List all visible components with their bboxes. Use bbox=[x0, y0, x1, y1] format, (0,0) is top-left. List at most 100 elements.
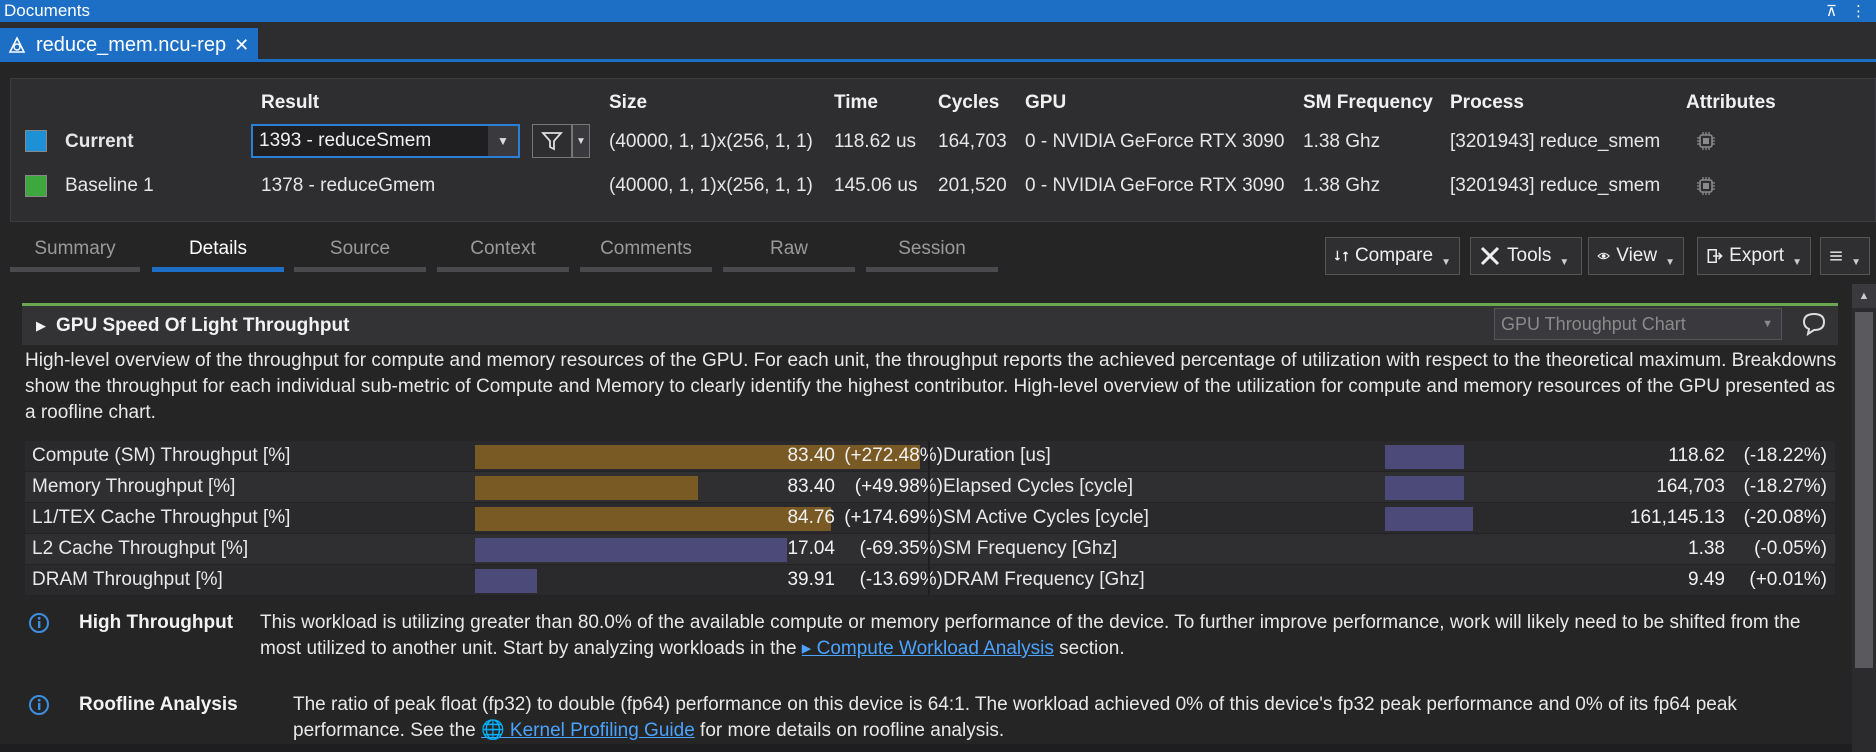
baseline-time: 145.06 us bbox=[834, 175, 918, 196]
documents-titlebar: Documents ⊼ ⋮ bbox=[0, 0, 1876, 22]
current-time: 118.62 us bbox=[834, 131, 917, 152]
more-icon[interactable]: ⋮ bbox=[1851, 2, 1866, 20]
current-process: [3201943] reduce_smem bbox=[1450, 131, 1661, 152]
pin-icon[interactable]: ⊼ bbox=[1826, 2, 1837, 20]
metric-delta: (+174.69%) bbox=[844, 507, 943, 528]
metric-bar bbox=[1385, 507, 1473, 531]
current-color-swatch[interactable] bbox=[25, 130, 47, 152]
vertical-scrollbar[interactable]: ▲ bbox=[1852, 284, 1876, 752]
scroll-up-icon[interactable]: ▲ bbox=[1852, 284, 1876, 308]
metric-delta: (+0.01%) bbox=[1749, 569, 1827, 590]
tab-comments[interactable]: Comments bbox=[580, 238, 712, 272]
metric-bar bbox=[1385, 476, 1464, 500]
baseline-process: [3201943] reduce_smem bbox=[1450, 175, 1661, 196]
compare-button[interactable]: Compare ▼ bbox=[1325, 237, 1460, 275]
tab-raw[interactable]: Raw bbox=[723, 238, 855, 272]
chip-icon[interactable] bbox=[1695, 175, 1717, 197]
tab-context[interactable]: Context bbox=[437, 238, 569, 272]
tab-source[interactable]: Source bbox=[294, 238, 426, 272]
rule-high-throughput: High Throughput This workload is utilizi… bbox=[28, 610, 1838, 666]
metric-value: 9.49 bbox=[1688, 569, 1725, 590]
metric-row: Compute (SM) Throughput [%] 83.40 (+272.48… bbox=[25, 441, 1835, 472]
chip-icon[interactable] bbox=[1695, 130, 1717, 152]
view-button[interactable]: View ▼ bbox=[1588, 237, 1684, 275]
header-time: Time bbox=[834, 92, 879, 113]
tab-label: Source bbox=[329, 238, 391, 259]
metric-row: L1/TEX Cache Throughput [%] 84.76 (+174.69… bbox=[25, 503, 1835, 534]
expand-triangle-icon[interactable]: ▶ bbox=[36, 318, 46, 334]
metric-row: L2 Cache Throughput [%] 17.04 (-69.35%) SM … bbox=[25, 534, 1835, 565]
metric-label: Compute (SM) Throughput [%] bbox=[32, 445, 291, 466]
result-select[interactable]: 1393 - reduceSmem ▼ bbox=[251, 124, 520, 158]
metric-delta: (-13.69%) bbox=[859, 569, 943, 590]
chart-type-value: GPU Throughput Chart bbox=[1501, 313, 1686, 334]
info-icon bbox=[29, 695, 49, 715]
header-sm-frequency: SM Frequency bbox=[1303, 92, 1433, 113]
baseline-sm-frequency: 1.38 Ghz bbox=[1303, 175, 1381, 196]
tab-label: Session bbox=[898, 238, 966, 259]
metric-label: SM Frequency [Ghz] bbox=[943, 538, 1118, 559]
tab-label: Summary bbox=[34, 238, 116, 259]
section-title: GPU Speed Of Light Throughput bbox=[56, 314, 350, 336]
info-icon bbox=[29, 613, 49, 633]
current-label: Current bbox=[65, 131, 134, 152]
metric-label: Elapsed Cycles [cycle] bbox=[943, 476, 1134, 497]
baseline-color-swatch[interactable] bbox=[25, 175, 47, 197]
tab-session[interactable]: Session bbox=[866, 238, 998, 272]
metric-row: Memory Throughput [%] 83.40 (+49.98%) Elaps… bbox=[25, 472, 1835, 503]
document-tab-label: reduce_mem.ncu-rep bbox=[36, 33, 227, 56]
metric-label: SM Active Cycles [cycle] bbox=[943, 507, 1149, 528]
metrics-divider bbox=[928, 441, 930, 596]
filter-button[interactable] bbox=[532, 124, 572, 158]
metric-delta: (-18.27%) bbox=[1743, 476, 1827, 497]
chart-type-select[interactable]: GPU Throughput Chart ▼ bbox=[1494, 308, 1782, 340]
document-tab[interactable]: reduce_mem.ncu-rep ✕ bbox=[0, 28, 258, 62]
baseline-size: (40000, 1, 1)x(256, 1, 1) bbox=[609, 175, 813, 196]
window-title: Documents bbox=[4, 1, 90, 20]
comment-icon[interactable] bbox=[1800, 310, 1828, 338]
menu-button[interactable]: ▼ bbox=[1820, 237, 1870, 275]
baseline-result: 1378 - reduceGmem bbox=[261, 175, 436, 196]
tab-details[interactable]: Details bbox=[152, 238, 284, 272]
tools-button[interactable]: Tools ▼ bbox=[1470, 237, 1582, 275]
chevron-down-icon[interactable]: ▼ bbox=[488, 126, 518, 156]
kernel-profiling-guide-link[interactable]: 🌐 Kernel Profiling Guide bbox=[481, 720, 695, 741]
header-cycles: Cycles bbox=[938, 92, 1000, 113]
compare-label: Compare bbox=[1354, 245, 1434, 266]
tab-label: Raw bbox=[769, 238, 808, 259]
metric-value: 161,145.13 bbox=[1629, 507, 1725, 528]
chevron-down-icon: ▼ bbox=[1762, 318, 1773, 330]
baseline-label: Baseline 1 bbox=[65, 175, 154, 196]
compute-workload-analysis-link[interactable]: ▸ Compute Workload Analysis bbox=[802, 638, 1054, 659]
export-label: Export bbox=[1729, 245, 1785, 266]
header-process: Process bbox=[1450, 92, 1524, 113]
metric-label: DRAM Frequency [Ghz] bbox=[943, 569, 1145, 590]
filter-dropdown-arrow[interactable]: ▼ bbox=[572, 124, 590, 158]
baseline-gpu: 0 - NVIDIA GeForce RTX 3090 bbox=[1025, 175, 1285, 196]
metric-label: DRAM Throughput [%] bbox=[32, 569, 223, 590]
tab-label: Context bbox=[470, 238, 536, 259]
metric-delta: (-18.22%) bbox=[1743, 445, 1827, 466]
view-label: View bbox=[1616, 245, 1658, 266]
eye-icon bbox=[1597, 252, 1610, 260]
metric-label: Duration [us] bbox=[943, 445, 1051, 466]
export-button[interactable]: Export ▼ bbox=[1697, 237, 1811, 275]
metric-delta: (-69.35%) bbox=[859, 538, 943, 559]
close-icon[interactable]: ✕ bbox=[234, 35, 249, 56]
tab-label: Comments bbox=[600, 238, 692, 259]
metric-delta: (-0.05%) bbox=[1754, 538, 1827, 559]
metric-value: 39.91 bbox=[787, 569, 835, 590]
tab-summary[interactable]: Summary bbox=[10, 238, 140, 272]
tab-label: Details bbox=[188, 238, 248, 259]
rule-text-after: for more details on roofline analysis. bbox=[694, 720, 1005, 741]
metric-delta: (-20.08%) bbox=[1743, 507, 1827, 528]
tools-icon bbox=[1480, 246, 1500, 266]
rule-text-after: section. bbox=[1053, 638, 1125, 659]
metric-label: L1/TEX Cache Throughput [%] bbox=[32, 507, 291, 528]
section-description: High-level overview of the throughput fo… bbox=[25, 350, 1837, 423]
result-select-value: 1393 - reduceSmem bbox=[259, 130, 432, 151]
scroll-thumb[interactable] bbox=[1855, 312, 1873, 668]
metric-bar bbox=[1385, 445, 1464, 469]
export-icon bbox=[1707, 248, 1723, 264]
metric-label: Memory Throughput [%] bbox=[32, 476, 236, 497]
